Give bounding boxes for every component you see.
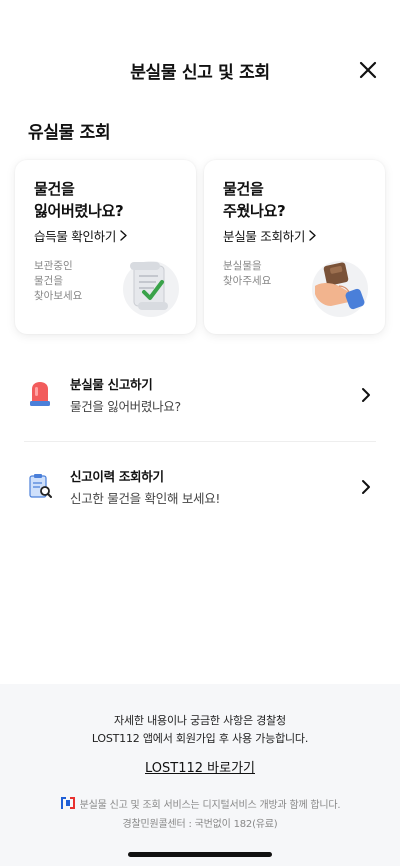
card-desc-line: 보관중인 (34, 260, 73, 272)
divider (24, 441, 376, 442)
card-desc-line: 찾아보세요 (34, 290, 83, 302)
found-items-card[interactable]: 물건을 잃어버렸나요? 습득물 확인하기 보관중인 물건을 찾아보세요 (15, 160, 196, 334)
card-link-label: 습득물 확인하기 (34, 229, 117, 244)
card-question-line: 물건을 (34, 180, 75, 198)
close-icon (359, 61, 377, 79)
card-desc-line: 물건을 (34, 275, 63, 287)
report-history-row[interactable]: 신고이력 조회하기 신고한 물건을 확인해 보세요! (24, 457, 376, 517)
footer-info: 자세한 내용이나 궁금한 사항은 경찰청 LOST112 앱에서 회원가입 후 … (0, 712, 400, 748)
card-question-line: 잃어버렸나요? (34, 202, 124, 220)
card-desc-line: 분실물을 (223, 260, 262, 272)
footer-info-line: 자세한 내용이나 궁금한 사항은 경찰청 (114, 714, 286, 727)
chevron-right-icon (362, 480, 370, 494)
lost112-link[interactable]: LOST112 바로가기 (145, 761, 255, 776)
list-item-title: 신고이력 조회하기 (70, 469, 164, 484)
check-found-items-link[interactable]: 습득물 확인하기 (34, 226, 127, 245)
lost112-link-wrap: LOST112 바로가기 (0, 757, 400, 776)
list-item-subtitle: 물건을 잃어버렸나요? (70, 399, 181, 414)
chevron-right-icon (309, 230, 316, 241)
card-description: 분실물을 찾아주세요 (223, 259, 303, 289)
card-desc-line: 찾아주세요 (223, 275, 272, 287)
footer-info-line: LOST112 앱에서 회원가입 후 사용 가능합니다. (91, 732, 309, 745)
card-question-line: 물건을 (223, 180, 264, 198)
footer-notice: 분실물 신고 및 조회 서비스는 디지털서비스 개방과 함께 합니다. (0, 795, 400, 811)
clipboard-search-icon (29, 474, 52, 498)
list-item-subtitle: 신고한 물건을 확인해 보세요! (70, 491, 221, 506)
scroll-check-icon (123, 261, 179, 317)
list-item-title: 분실물 신고하기 (70, 377, 153, 392)
card-question-line: 주웠나요? (223, 202, 286, 220)
footer-contact: 경찰민원콜센터 : 국번없이 182(유료) (122, 819, 278, 830)
page-title: 분실물 신고 및 조회 (130, 62, 270, 83)
hand-wallet-icon (312, 261, 368, 317)
home-indicator (128, 852, 272, 857)
footer-notice-text: 분실물 신고 및 조회 서비스는 디지털서비스 개방과 함께 합니다. (79, 799, 341, 811)
card-description: 보관중인 물건을 찾아보세요 (34, 259, 114, 304)
close-button[interactable] (358, 60, 378, 80)
search-lost-items-link[interactable]: 분실물 조회하기 (223, 226, 316, 245)
chevron-right-icon (362, 388, 370, 402)
card-link-label: 분실물 조회하기 (223, 229, 306, 244)
card-question: 물건을 주웠나요? (223, 178, 286, 222)
header: 분실물 신고 및 조회 (0, 48, 400, 92)
lost-items-card[interactable]: 물건을 주웠나요? 분실물 조회하기 분실물을 찾아주세요 (204, 160, 385, 334)
siren-icon (30, 382, 50, 406)
report-lost-item-row[interactable]: 분실물 신고하기 물건을 잃어버렸나요? (24, 365, 376, 425)
digital-service-logo-icon (60, 797, 75, 809)
chevron-right-icon (120, 230, 127, 241)
section-title: 유실물 조회 (28, 123, 111, 143)
card-question: 물건을 잃어버렸나요? (34, 178, 124, 222)
footer: 자세한 내용이나 궁금한 사항은 경찰청 LOST112 앱에서 회원가입 후 … (0, 684, 400, 866)
